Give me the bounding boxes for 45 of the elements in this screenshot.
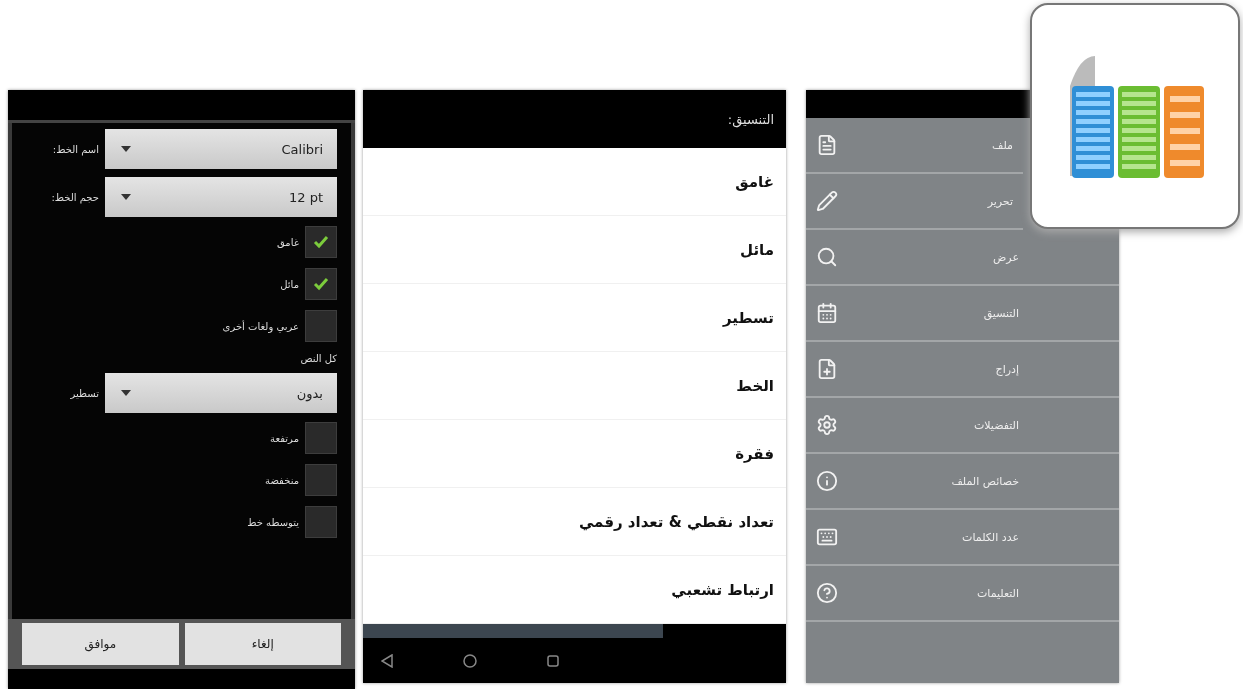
home-icon[interactable] <box>463 653 477 668</box>
checkbox[interactable] <box>305 226 337 258</box>
pencil-icon <box>816 190 838 212</box>
menu-item[interactable]: غامق <box>363 148 786 216</box>
caret-icon <box>121 146 131 152</box>
checkbox[interactable] <box>305 506 337 538</box>
checkbox[interactable] <box>305 422 337 454</box>
field-label: تسطير <box>70 387 99 399</box>
menu-title: التنسيق: <box>727 111 774 127</box>
info-icon <box>816 470 838 492</box>
file-plus-icon <box>816 358 838 380</box>
check-icon <box>313 235 329 249</box>
menu-item[interactable]: تعداد نقطي & تعداد رقمي <box>363 488 786 556</box>
recents-icon[interactable] <box>547 654 559 667</box>
help-icon <box>816 582 838 604</box>
checkbox-label: غامق <box>277 236 299 248</box>
dropdown[interactable]: 12 pt <box>105 177 337 217</box>
checkbox-label: منخفضة <box>265 474 299 486</box>
menu-item[interactable]: مائل <box>363 216 786 284</box>
checkbox[interactable] <box>305 464 337 496</box>
document-icon <box>816 134 838 156</box>
menu-item[interactable]: فقرة <box>363 420 786 488</box>
checkbox[interactable] <box>305 310 337 342</box>
caret-icon <box>121 390 131 396</box>
checkbox-label: يتوسطه خط <box>247 516 299 528</box>
field-label: اسم الخط: <box>52 143 99 155</box>
back-icon[interactable] <box>381 653 393 668</box>
menu-item[interactable]: الخط <box>363 352 786 420</box>
checkbox[interactable] <box>305 268 337 300</box>
dropdown[interactable]: بدون <box>105 373 337 413</box>
dialog-button[interactable]: إلغاء <box>184 623 341 665</box>
keyboard-icon <box>816 526 838 548</box>
dropdown[interactable]: Calibri <box>105 129 337 169</box>
section-label: كل النص <box>300 352 337 364</box>
field-label: حجم الخط: <box>51 191 99 203</box>
menu-item[interactable]: تسطير <box>363 284 786 352</box>
check-icon <box>313 277 329 291</box>
search-icon <box>816 246 838 268</box>
checkbox-label: مائل <box>280 278 299 290</box>
settings-icon <box>816 414 838 436</box>
checkbox-label: عربي ولغات أخرى <box>222 320 299 332</box>
checkbox-label: مرتفعة <box>270 432 299 444</box>
calendar-icon <box>816 302 838 324</box>
caret-icon <box>121 194 131 200</box>
dialog-button[interactable]: موافق <box>22 623 179 665</box>
